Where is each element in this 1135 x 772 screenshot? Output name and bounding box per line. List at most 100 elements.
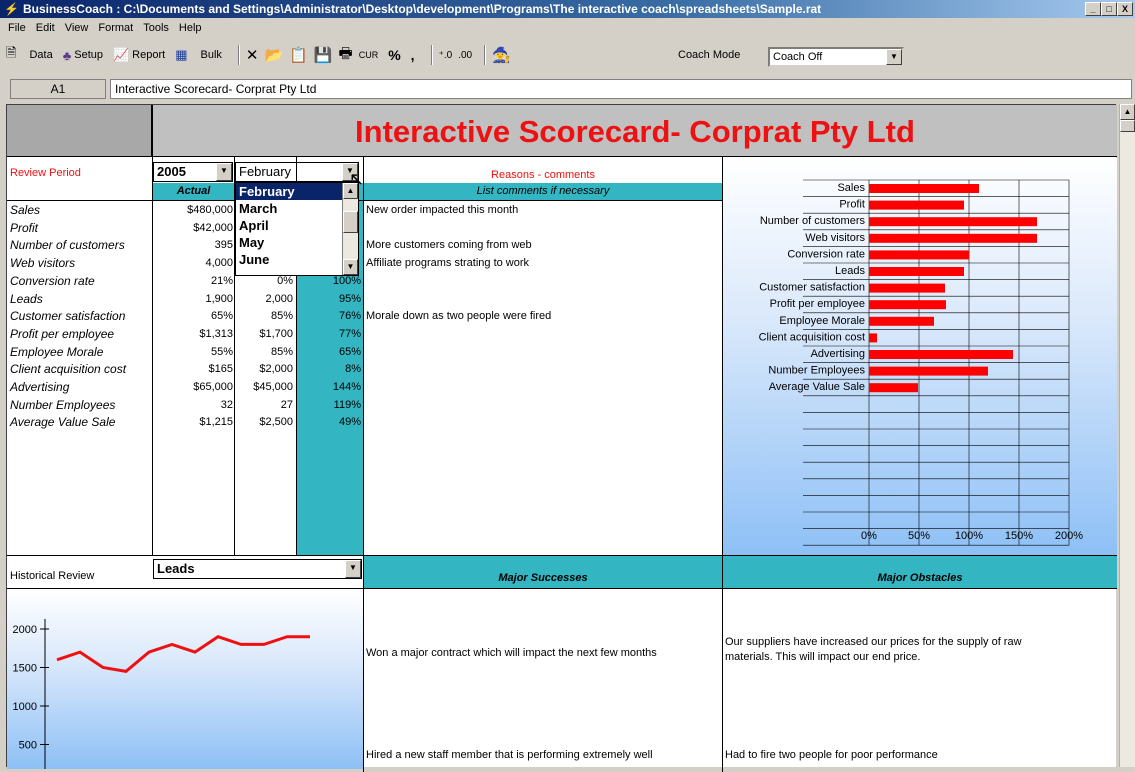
month-select[interactable]: February ▼	[235, 162, 359, 182]
month-option[interactable]: February	[236, 183, 342, 200]
metric-percent: 119%	[333, 398, 361, 411]
minimize-button[interactable]: _	[1085, 2, 1101, 16]
dropdown-scroll-thumb[interactable]	[343, 211, 358, 233]
toolbar-separator	[430, 45, 433, 65]
bar-category-label: Advertising	[811, 348, 865, 360]
comment-text: More customers coming from web	[366, 239, 532, 252]
dropdown-scrollbar[interactable]: ▲ ▼	[342, 183, 358, 275]
menu-help[interactable]: Help	[179, 22, 202, 34]
metric-name: Leads	[10, 291, 43, 306]
coach-mode-select[interactable]: Coach Off ▼	[768, 47, 904, 67]
y-tick-label: 500	[19, 740, 37, 752]
cell-reference[interactable]: A1	[10, 79, 106, 99]
open-folder-icon[interactable]: 📂	[264, 46, 283, 64]
metric-percent: 8%	[345, 363, 361, 376]
menu-format[interactable]: Format	[98, 22, 133, 34]
comma-button[interactable]: ,	[411, 47, 415, 63]
menu-file[interactable]: File	[8, 22, 26, 34]
toolbar: 🗎 Data ♣ Setup 📈 Report ▦ Bulk ✕ 📂 📋 💾 🖶 C…	[0, 37, 1135, 73]
metric-actual: $65,000	[193, 381, 233, 393]
y-tick-label: 2000	[13, 624, 37, 636]
month-dropdown-list[interactable]: February March April May June ▲ ▼	[235, 182, 359, 276]
bar-category-label: Conversion rate	[787, 248, 865, 260]
bar	[869, 316, 934, 326]
bar-chart: Sales Profit Number of customers Web visito…	[759, 179, 1083, 546]
menu-bar: File Edit View Format Tools Help	[0, 19, 212, 37]
scroll-down-icon[interactable]: ▼	[343, 259, 358, 275]
bar	[869, 283, 945, 293]
percent-button[interactable]: %	[388, 47, 400, 63]
bar-category-label: Number of customers	[760, 215, 866, 227]
bar-category-label: Average Value Sale	[769, 381, 865, 393]
bar	[869, 250, 969, 260]
maximize-button[interactable]: □	[1101, 2, 1117, 16]
bar-category-label: Customer satisfaction	[759, 282, 865, 294]
metric-actual: 1,900	[205, 292, 233, 305]
metric-actual: $480,000	[187, 204, 233, 216]
bar	[869, 366, 988, 376]
bar	[869, 217, 1037, 227]
metric-target: 27	[280, 398, 293, 411]
bar	[869, 233, 1037, 243]
year-select[interactable]: 2005 ▼	[153, 162, 233, 182]
metric-target: $2,000	[259, 363, 293, 376]
print-icon[interactable]: 🖶	[339, 43, 353, 68]
toolbar-separator	[484, 45, 487, 65]
menu-view[interactable]: View	[65, 22, 89, 34]
decrease-decimal-icon[interactable]: .00	[458, 50, 472, 61]
metric-percent: 65%	[338, 345, 361, 358]
mouse-cursor-icon: ↖	[349, 169, 365, 189]
x-tick-label: 100%	[955, 530, 983, 542]
bar-category-label: Profit	[839, 199, 865, 211]
major-successes-header: Major Successes	[364, 556, 722, 588]
app-icon: ⚡	[4, 2, 19, 16]
delete-icon[interactable]: ✕	[246, 46, 259, 64]
window-title: BusinessCoach : C:\Documents and Setting…	[22, 2, 822, 16]
month-option[interactable]: April	[236, 217, 342, 234]
bar-category-label: Number Employees	[768, 365, 865, 377]
month-option[interactable]: June	[236, 251, 342, 268]
chevron-down-icon[interactable]: ▼	[345, 560, 361, 578]
metric-name: Advertising	[10, 380, 70, 394]
menu-edit[interactable]: Edit	[36, 22, 55, 34]
increase-decimal-icon[interactable]: ⁺.0	[439, 50, 453, 61]
currency-button[interactable]: CUR	[359, 50, 379, 60]
menu-tools[interactable]: Tools	[143, 22, 169, 34]
save-icon[interactable]: 💾	[314, 46, 333, 64]
actual-header: Actual	[153, 183, 234, 200]
coach-icon[interactable]: 🧙	[492, 46, 511, 64]
close-button[interactable]: X	[1117, 2, 1133, 16]
setup-button[interactable]: ♣ Setup	[63, 48, 103, 63]
bar-category-label: Client acquisition cost	[759, 331, 865, 343]
banner-left-cell	[7, 105, 153, 157]
month-option[interactable]: March	[236, 200, 342, 217]
chevron-down-icon[interactable]: ▼	[886, 49, 902, 65]
metric-percent: 49%	[338, 416, 361, 429]
bulk-button[interactable]: Bulk	[201, 49, 222, 61]
y-tick-label: 1000	[13, 701, 37, 713]
page-title: Interactive Scorecard- Corprat Pty Ltd	[153, 105, 1117, 157]
comment-text: Morale down as two people were fired	[366, 310, 552, 323]
grid-button[interactable]: ▦	[175, 47, 190, 63]
scroll-up-icon[interactable]: ▲	[1120, 104, 1135, 120]
vertical-scrollbar[interactable]: ▲	[1119, 104, 1135, 767]
document-button[interactable]: 🗎	[6, 44, 19, 66]
line-chart-panel: 2000150010005000	[7, 589, 363, 769]
bar-chart-panel: Sales Profit Number of customers Web visito…	[723, 158, 1117, 555]
metric-name: Sales	[10, 203, 41, 217]
metric-name: Profit per employee	[10, 326, 115, 341]
obstacle-item: Our suppliers have increased our prices …	[725, 636, 1022, 663]
metric-percent: 95%	[338, 292, 361, 305]
bar	[869, 300, 946, 310]
scroll-thumb[interactable]	[1120, 120, 1135, 132]
data-button[interactable]: Data	[29, 49, 52, 61]
month-option[interactable]: May	[236, 234, 342, 251]
historical-select[interactable]: Leads ▼	[153, 559, 362, 579]
bar-category-label: Employee Morale	[779, 315, 865, 327]
chevron-down-icon[interactable]: ▼	[216, 163, 232, 181]
report-button[interactable]: 📈 Report	[113, 47, 165, 63]
metric-name: Client acquisition cost	[10, 362, 127, 377]
cell-content-field[interactable]: Interactive Scorecard- Corprat Pty Ltd	[110, 79, 1132, 99]
grid-icon: ▦	[175, 47, 188, 62]
paste-icon[interactable]: 📋	[289, 46, 308, 64]
